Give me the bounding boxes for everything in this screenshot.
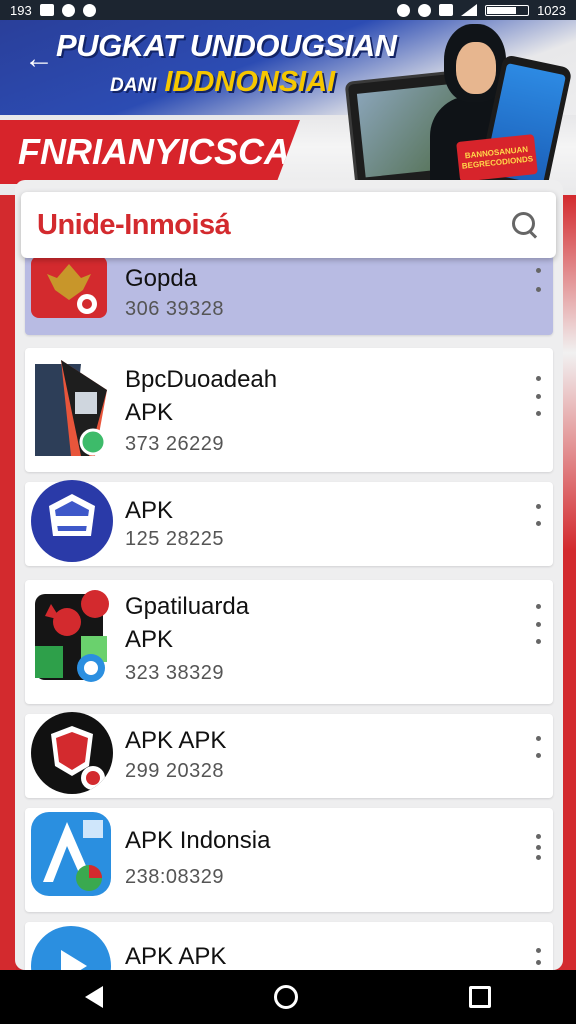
nav-back-icon[interactable] xyxy=(85,986,104,1008)
app-size: 373 26229 xyxy=(125,433,225,455)
data-icon xyxy=(439,4,454,16)
nav-recents-icon[interactable] xyxy=(468,986,491,1008)
more-options-icon[interactable] xyxy=(531,948,545,970)
notification-icon xyxy=(61,3,75,17)
app-list-item[interactable]: BpcDuoadeah APK 373 26229 xyxy=(25,348,553,472)
app-list-item[interactable]: APK 125 28225 xyxy=(25,480,553,566)
garuda-app-icon xyxy=(31,256,107,318)
app-size: 238:08329 xyxy=(125,866,225,888)
app-name: APK APK xyxy=(125,727,227,754)
more-options-icon[interactable] xyxy=(531,736,545,758)
banner-badge: BANNOSANUAN BEGRECODIONDS xyxy=(456,134,538,182)
app-name: Gpatiluarda APK xyxy=(125,593,250,653)
status-time: 1023 xyxy=(537,2,566,18)
apk-shield-icon xyxy=(31,480,113,562)
triangle-app-icon xyxy=(31,812,111,896)
more-options-icon[interactable] xyxy=(531,834,545,860)
more-options-icon[interactable] xyxy=(531,376,545,416)
app-list-item[interactable]: APK APK xyxy=(25,922,553,970)
app-size: 323 38329 xyxy=(125,662,225,684)
flag-side-left xyxy=(0,195,16,985)
shield-app-icon xyxy=(31,712,113,794)
app-size: 299 20328 xyxy=(125,760,225,782)
more-options-icon[interactable] xyxy=(531,604,545,644)
alarm-icon xyxy=(397,3,411,17)
status-bar: 193 1023 xyxy=(0,0,576,20)
app-name: Gopda xyxy=(125,265,198,292)
search-bar[interactable]: Unide-Inmoisá xyxy=(21,192,556,258)
signal-icon xyxy=(461,4,478,16)
search-input[interactable]: Unide-Inmoisá xyxy=(37,209,510,242)
banner-tag: FNRIANYICSCANIIA xyxy=(0,120,300,184)
wifi-icon xyxy=(418,3,432,17)
app-list-item[interactable]: APK APK 299 20328 xyxy=(25,712,553,798)
back-arrow-icon[interactable]: ← xyxy=(24,44,54,74)
more-options-icon[interactable] xyxy=(531,268,545,292)
navigation-bar xyxy=(0,970,576,1024)
banner-subtitle: DANI IDDNONSIAI xyxy=(110,66,335,99)
app-size: 125 28225 xyxy=(125,528,225,550)
status-left-text: 193 xyxy=(10,2,32,18)
battery-icon xyxy=(485,4,530,16)
header-banner: ← PUGKAT UNDOUGSIAN DANI IDDNONSIAI FNRIA… xyxy=(0,20,576,195)
app-list-card: Unide-Inmoisá Gopda 306 39328 BpcDuoadea… xyxy=(15,180,563,970)
banner-illustration: BANNOSANUAN BEGRECODIONDS xyxy=(340,20,576,195)
app-name: APK Indonsia xyxy=(125,827,271,854)
banner-subtitle-prefix: DANI xyxy=(110,75,157,96)
banner-subtitle-main: IDDNONSIAI xyxy=(164,66,336,98)
pdf-app-icon xyxy=(31,360,111,456)
app-list-item[interactable]: APK Indonsia 238:08329 xyxy=(25,808,553,912)
play-app-icon xyxy=(31,926,111,970)
app-name: BpcDuoadeah APK xyxy=(125,366,278,426)
app-list-item[interactable]: Gpatiluarda APK 323 38329 xyxy=(25,580,553,704)
app-size: 306 39328 xyxy=(125,298,225,320)
nav-home-icon[interactable] xyxy=(273,985,298,1009)
more-options-icon[interactable] xyxy=(531,504,545,526)
app-notification-icon xyxy=(82,3,96,17)
app-name: APK APK xyxy=(125,943,227,970)
search-icon[interactable] xyxy=(510,210,540,240)
multi-app-icon xyxy=(31,586,111,690)
gallery-icon xyxy=(39,4,54,16)
app-name: APK xyxy=(125,497,174,524)
